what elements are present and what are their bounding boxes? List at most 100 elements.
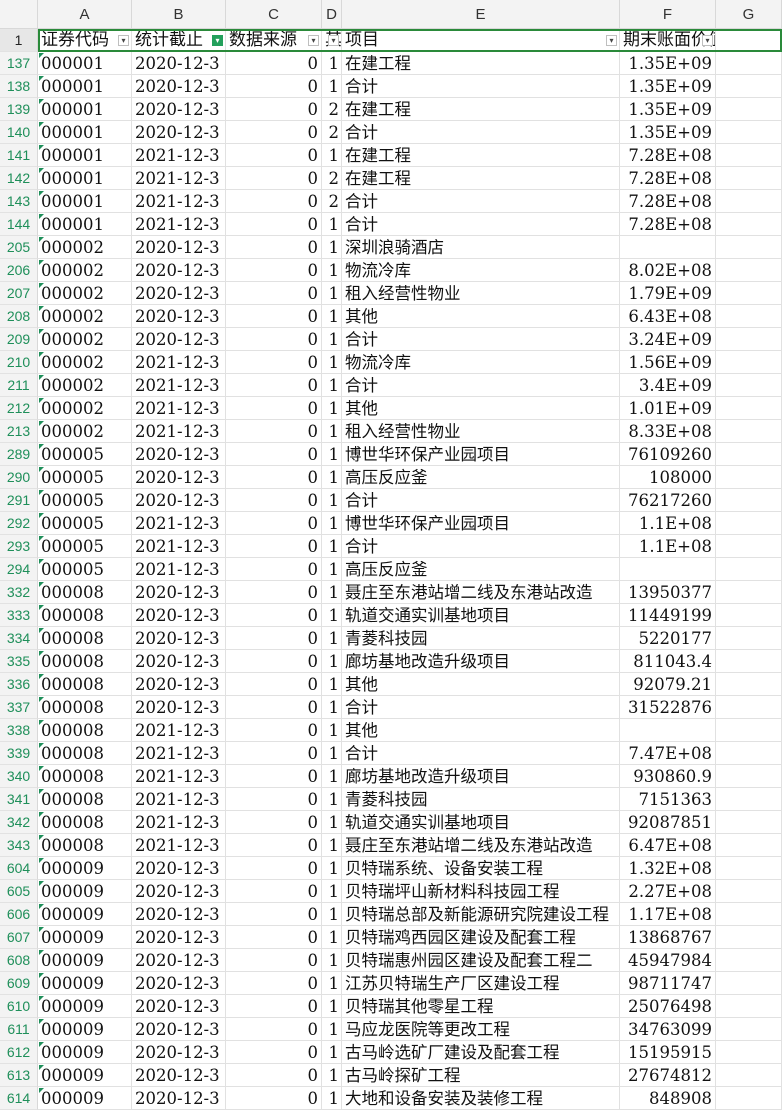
row-header[interactable]: 139 bbox=[0, 98, 38, 121]
cell-project-name[interactable]: 廊坊基地改造升级项目 bbox=[342, 650, 620, 673]
cell-book-value[interactable] bbox=[620, 558, 716, 581]
cell-data-source[interactable]: 0 bbox=[226, 558, 322, 581]
cell-book-value[interactable]: 1.1E+08 bbox=[620, 535, 716, 558]
cell-book-value[interactable]: 7.28E+08 bbox=[620, 144, 716, 167]
row-header[interactable]: 205 bbox=[0, 236, 38, 259]
cell-empty-g[interactable] bbox=[716, 144, 782, 167]
row-header[interactable]: 607 bbox=[0, 926, 38, 949]
cell-security-code[interactable]: 000002 bbox=[38, 282, 132, 305]
cell-cutoff-date[interactable]: 2020-12-3 bbox=[132, 673, 226, 696]
cell-book-value[interactable]: 31522876 bbox=[620, 696, 716, 719]
cell-data-source[interactable]: 0 bbox=[226, 834, 322, 857]
cell-book-value[interactable]: 76109260 bbox=[620, 443, 716, 466]
cell-project-name[interactable]: 高压反应釜 bbox=[342, 558, 620, 581]
cell-data-source[interactable]: 0 bbox=[226, 351, 322, 374]
cell-cutoff-date[interactable]: 2021-12-3 bbox=[132, 190, 226, 213]
cell-security-code[interactable]: 000002 bbox=[38, 305, 132, 328]
cell-empty-g[interactable] bbox=[716, 880, 782, 903]
row-header[interactable]: 138 bbox=[0, 75, 38, 98]
cell-security-code[interactable]: 000009 bbox=[38, 995, 132, 1018]
cell-other-flag[interactable]: 1 bbox=[322, 512, 342, 535]
column-header-b[interactable]: B bbox=[132, 0, 226, 29]
row-header-1[interactable]: 1 bbox=[0, 29, 38, 52]
cell-empty-g[interactable] bbox=[716, 650, 782, 673]
cell-project-name[interactable]: 轨道交通实训基地项目 bbox=[342, 604, 620, 627]
cell-data-source[interactable]: 0 bbox=[226, 190, 322, 213]
cell-security-code[interactable]: 000008 bbox=[38, 765, 132, 788]
cell-empty-g[interactable] bbox=[716, 1087, 782, 1110]
cell-data-source[interactable]: 0 bbox=[226, 719, 322, 742]
cell-cutoff-date[interactable]: 2021-12-3 bbox=[132, 374, 226, 397]
cell-book-value[interactable]: 92079.21 bbox=[620, 673, 716, 696]
cell-security-code[interactable]: 000005 bbox=[38, 535, 132, 558]
row-header[interactable]: 141 bbox=[0, 144, 38, 167]
cell-empty-g[interactable] bbox=[716, 857, 782, 880]
cell-security-code[interactable]: 000008 bbox=[38, 811, 132, 834]
cell-cutoff-date[interactable]: 2020-12-3 bbox=[132, 627, 226, 650]
cell-cutoff-date[interactable]: 2021-12-3 bbox=[132, 788, 226, 811]
cell-cutoff-date[interactable]: 2020-12-3 bbox=[132, 880, 226, 903]
cell-other-flag[interactable]: 1 bbox=[322, 995, 342, 1018]
cell-security-code[interactable]: 000009 bbox=[38, 1064, 132, 1087]
cell-data-source[interactable]: 0 bbox=[226, 1064, 322, 1087]
cell-data-source[interactable]: 0 bbox=[226, 52, 322, 75]
cell-data-source[interactable]: 0 bbox=[226, 305, 322, 328]
cell-data-source[interactable]: 0 bbox=[226, 857, 322, 880]
column-header-a[interactable]: A bbox=[38, 0, 132, 29]
cell-cutoff-date[interactable]: 2020-12-3 bbox=[132, 1064, 226, 1087]
cell-security-code[interactable]: 000005 bbox=[38, 512, 132, 535]
cell-cutoff-date[interactable]: 2021-12-3 bbox=[132, 144, 226, 167]
row-header[interactable]: 337 bbox=[0, 696, 38, 719]
cell-empty-g[interactable] bbox=[716, 535, 782, 558]
cell-project-name[interactable]: 合计 bbox=[342, 213, 620, 236]
row-header[interactable]: 611 bbox=[0, 1018, 38, 1041]
cell-security-code[interactable]: 000005 bbox=[38, 489, 132, 512]
header-cell-b[interactable]: 统计截止 ▾ bbox=[132, 29, 226, 52]
cell-empty-g[interactable] bbox=[716, 719, 782, 742]
cell-other-flag[interactable]: 1 bbox=[322, 972, 342, 995]
cell-cutoff-date[interactable]: 2020-12-3 bbox=[132, 489, 226, 512]
row-header[interactable]: 140 bbox=[0, 121, 38, 144]
cell-other-flag[interactable]: 1 bbox=[322, 489, 342, 512]
cell-data-source[interactable]: 0 bbox=[226, 466, 322, 489]
row-header[interactable]: 342 bbox=[0, 811, 38, 834]
cell-book-value[interactable]: 6.47E+08 bbox=[620, 834, 716, 857]
cell-security-code[interactable]: 000002 bbox=[38, 374, 132, 397]
cell-project-name[interactable]: 其他 bbox=[342, 397, 620, 420]
cell-data-source[interactable]: 0 bbox=[226, 765, 322, 788]
cell-other-flag[interactable]: 1 bbox=[322, 259, 342, 282]
cell-other-flag[interactable]: 1 bbox=[322, 1087, 342, 1110]
cell-book-value[interactable]: 3.24E+09 bbox=[620, 328, 716, 351]
cell-data-source[interactable]: 0 bbox=[226, 121, 322, 144]
cell-security-code[interactable]: 000001 bbox=[38, 167, 132, 190]
cell-empty-g[interactable] bbox=[716, 374, 782, 397]
cell-security-code[interactable]: 000002 bbox=[38, 420, 132, 443]
cell-cutoff-date[interactable]: 2021-12-3 bbox=[132, 397, 226, 420]
cell-other-flag[interactable]: 1 bbox=[322, 1041, 342, 1064]
cell-empty-g[interactable] bbox=[716, 788, 782, 811]
cell-other-flag[interactable]: 1 bbox=[322, 696, 342, 719]
cell-cutoff-date[interactable]: 2020-12-3 bbox=[132, 972, 226, 995]
cell-data-source[interactable]: 0 bbox=[226, 627, 322, 650]
cell-data-source[interactable]: 0 bbox=[226, 880, 322, 903]
cell-security-code[interactable]: 000005 bbox=[38, 558, 132, 581]
cell-security-code[interactable]: 000008 bbox=[38, 604, 132, 627]
row-header[interactable]: 143 bbox=[0, 190, 38, 213]
cell-empty-g[interactable] bbox=[716, 443, 782, 466]
cell-security-code[interactable]: 000008 bbox=[38, 650, 132, 673]
cell-cutoff-date[interactable]: 2021-12-3 bbox=[132, 351, 226, 374]
cell-data-source[interactable]: 0 bbox=[226, 420, 322, 443]
cell-other-flag[interactable]: 1 bbox=[322, 834, 342, 857]
row-header[interactable]: 341 bbox=[0, 788, 38, 811]
cell-book-value[interactable]: 3.4E+09 bbox=[620, 374, 716, 397]
cell-project-name[interactable]: 其他 bbox=[342, 719, 620, 742]
header-cell-a[interactable]: 证券代码 ▾ bbox=[38, 29, 132, 52]
cell-security-code[interactable]: 000009 bbox=[38, 926, 132, 949]
cell-project-name[interactable]: 合计 bbox=[342, 489, 620, 512]
cell-security-code[interactable]: 000009 bbox=[38, 1041, 132, 1064]
column-header-d[interactable]: D bbox=[322, 0, 342, 29]
cell-book-value[interactable]: 2.27E+08 bbox=[620, 880, 716, 903]
cell-security-code[interactable]: 000001 bbox=[38, 144, 132, 167]
filter-dropdown-icon[interactable]: ▾ bbox=[606, 35, 617, 46]
cell-cutoff-date[interactable]: 2021-12-3 bbox=[132, 811, 226, 834]
